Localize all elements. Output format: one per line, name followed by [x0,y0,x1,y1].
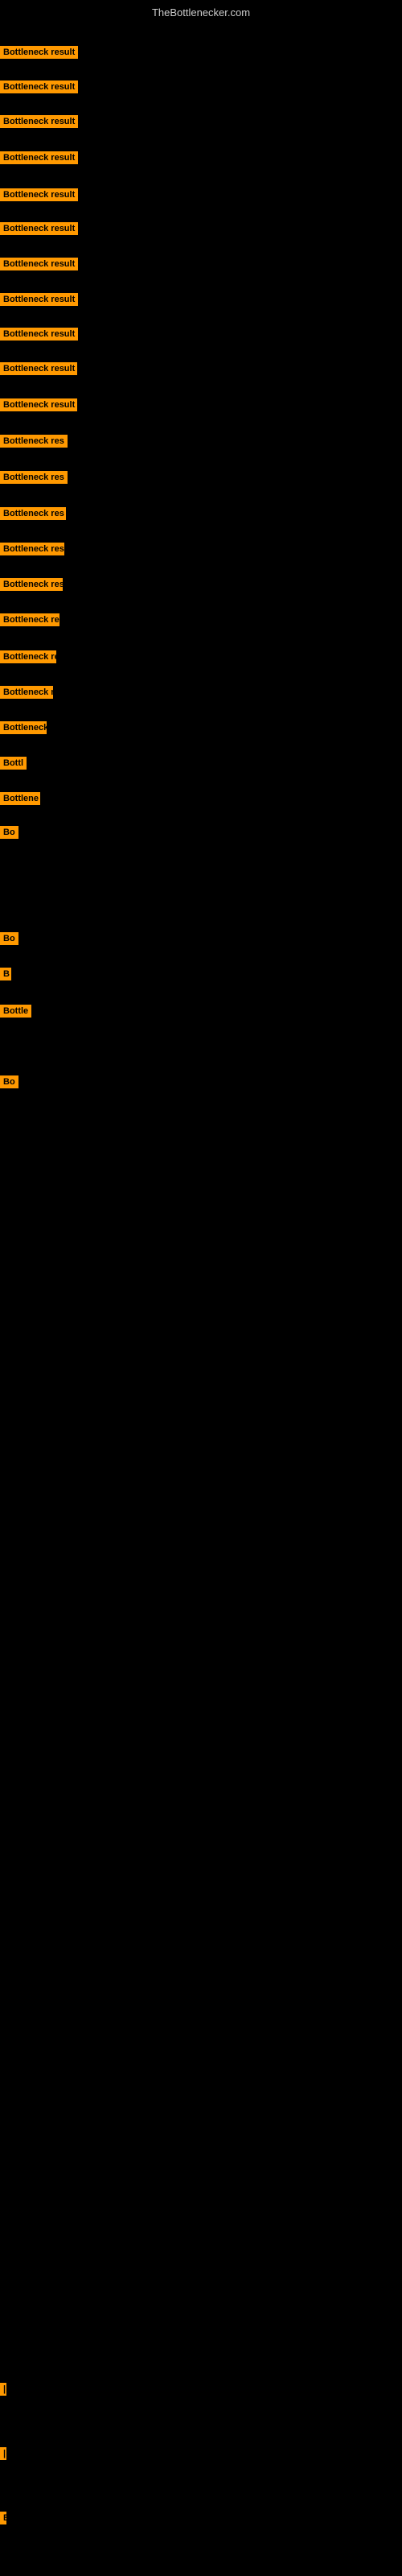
bottleneck-badge[interactable]: Bottleneck result [0,328,78,341]
bottleneck-badge[interactable]: Bottleneck result [0,362,77,375]
bottleneck-badge[interactable]: Bottleneck res [0,686,53,699]
bottleneck-badge[interactable]: B [0,968,11,980]
bottleneck-badge[interactable]: B [0,2512,6,2524]
bottleneck-badge[interactable]: Bottleneck result [0,258,78,270]
bottleneck-badge[interactable]: Bottleneck result [0,188,78,201]
bottleneck-badge[interactable]: Bottleneck result [0,398,77,411]
bottleneck-badge[interactable]: Bo [0,1075,18,1088]
bottleneck-badge[interactable]: Bottleneck result [0,46,78,59]
bottleneck-badge[interactable]: Bottleneck res [0,613,59,626]
bottleneck-badge[interactable]: Bottleneck result [0,222,78,235]
bottleneck-badge[interactable]: Bottleneck result [0,80,78,93]
bottleneck-badge[interactable]: Bottle [0,1005,31,1018]
bottleneck-badge[interactable]: | [0,2383,6,2396]
bottleneck-badge[interactable]: Bottleneck [0,721,47,734]
bottleneck-badge[interactable]: Bo [0,826,18,839]
bottleneck-badge[interactable]: Bottleneck res [0,471,68,484]
bottleneck-badge[interactable]: Bottl [0,757,27,770]
bottleneck-badge[interactable]: Bottlene [0,792,40,805]
bottleneck-badge[interactable]: Bo [0,932,18,945]
bottleneck-badge[interactable]: Bottleneck res [0,650,56,663]
bottleneck-badge[interactable]: Bottleneck res [0,578,63,591]
bottleneck-badge[interactable]: Bottleneck result [0,115,78,128]
bottleneck-badge[interactable]: Bottleneck result [0,293,78,306]
bottleneck-badge[interactable]: | [0,2447,6,2460]
bottleneck-badge[interactable]: Bottleneck result [0,151,78,164]
bottleneck-badge[interactable]: Bottleneck res [0,507,66,520]
bottleneck-badge[interactable]: Bottleneck res [0,435,68,448]
bottleneck-badge[interactable]: Bottleneck res [0,543,64,555]
